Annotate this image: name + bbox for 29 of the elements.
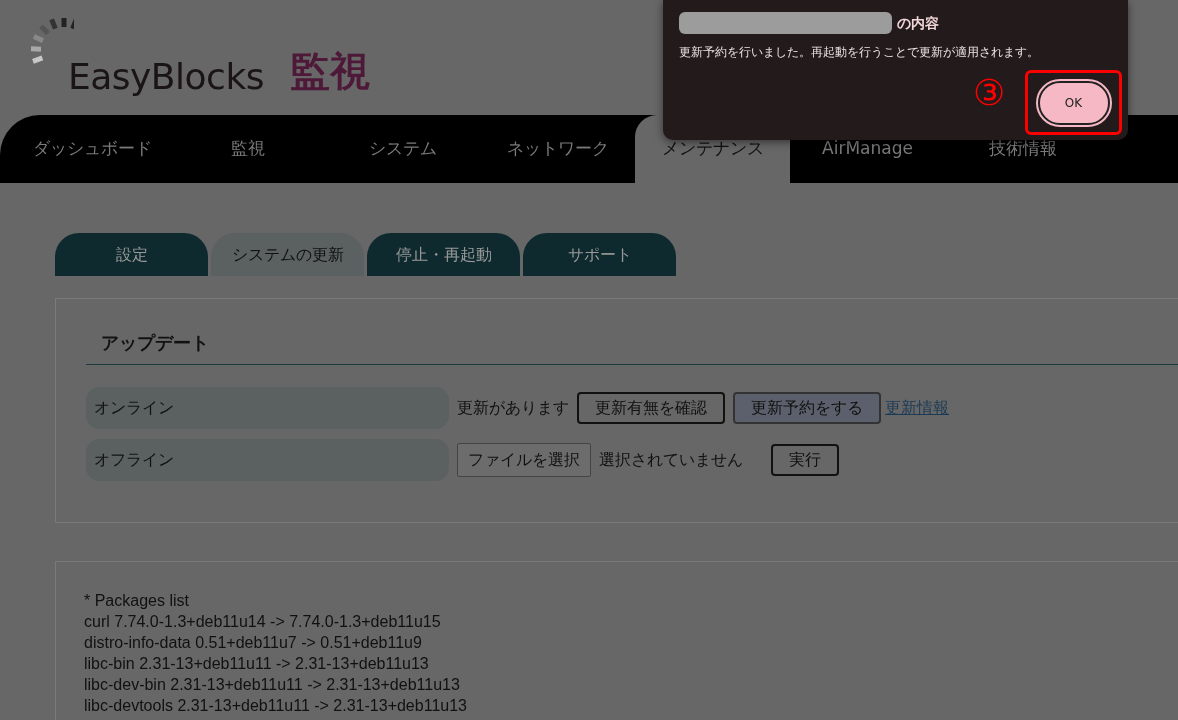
dialog-title: の内容 — [897, 13, 939, 33]
sub-tab[interactable]: サポート — [523, 233, 676, 276]
sub-tab[interactable]: システムの更新 — [211, 233, 364, 276]
nav-tab[interactable]: ネットワーク — [480, 115, 635, 183]
package-line: distro-info-data 0.51+deb11u7 -> 0.51+deb11u9 — [84, 633, 423, 653]
package-line: curl 7.74.0-1.3+deb11u14 -> 7.74.0-1.3+deb11u15 — [84, 612, 442, 632]
sub-tab[interactable]: 停止・再起動 — [367, 233, 520, 276]
step-number: ③ — [973, 75, 1006, 111]
file-status: 選択されていません — [599, 449, 743, 471]
status-text: 更新があります — [457, 397, 569, 419]
action-button[interactable]: 更新有無を確認 — [577, 392, 725, 424]
logo-text: EasyBlocks — [68, 54, 264, 99]
package-line: * Packages list — [84, 591, 190, 611]
package-line: libc-dev-bin 2.31-13+deb11u11 -> 2.31-13+deb11u13 — [84, 675, 461, 695]
section-heading: アップデート — [86, 329, 1178, 365]
nav-tab[interactable]: ダッシュボード — [15, 115, 170, 183]
nav-tab[interactable]: 監視 — [170, 115, 325, 183]
page-title: 監視 — [290, 46, 370, 96]
row-label: オンライン — [86, 387, 449, 429]
ok-button[interactable]: OK — [1037, 80, 1110, 125]
action-button[interactable]: 更新予約をする — [733, 392, 881, 424]
package-line: libc-devtools 2.31-13+deb11u11 -> 2.31-13+deb11u13 — [84, 696, 468, 716]
sub-tab[interactable]: 設定 — [55, 233, 208, 276]
package-line: libc-bin 2.31-13+deb11u11 -> 2.31-13+deb11u13 — [84, 654, 430, 674]
row-label: オフライン — [86, 439, 449, 481]
nav-tab[interactable]: システム — [325, 115, 480, 183]
file-choose-button[interactable]: ファイルを選択 — [457, 443, 591, 477]
dialog-message: 更新予約を行いました。再起動を行うことで更新が適用されます。 — [679, 44, 1040, 61]
action-button[interactable]: 実行 — [771, 444, 839, 476]
